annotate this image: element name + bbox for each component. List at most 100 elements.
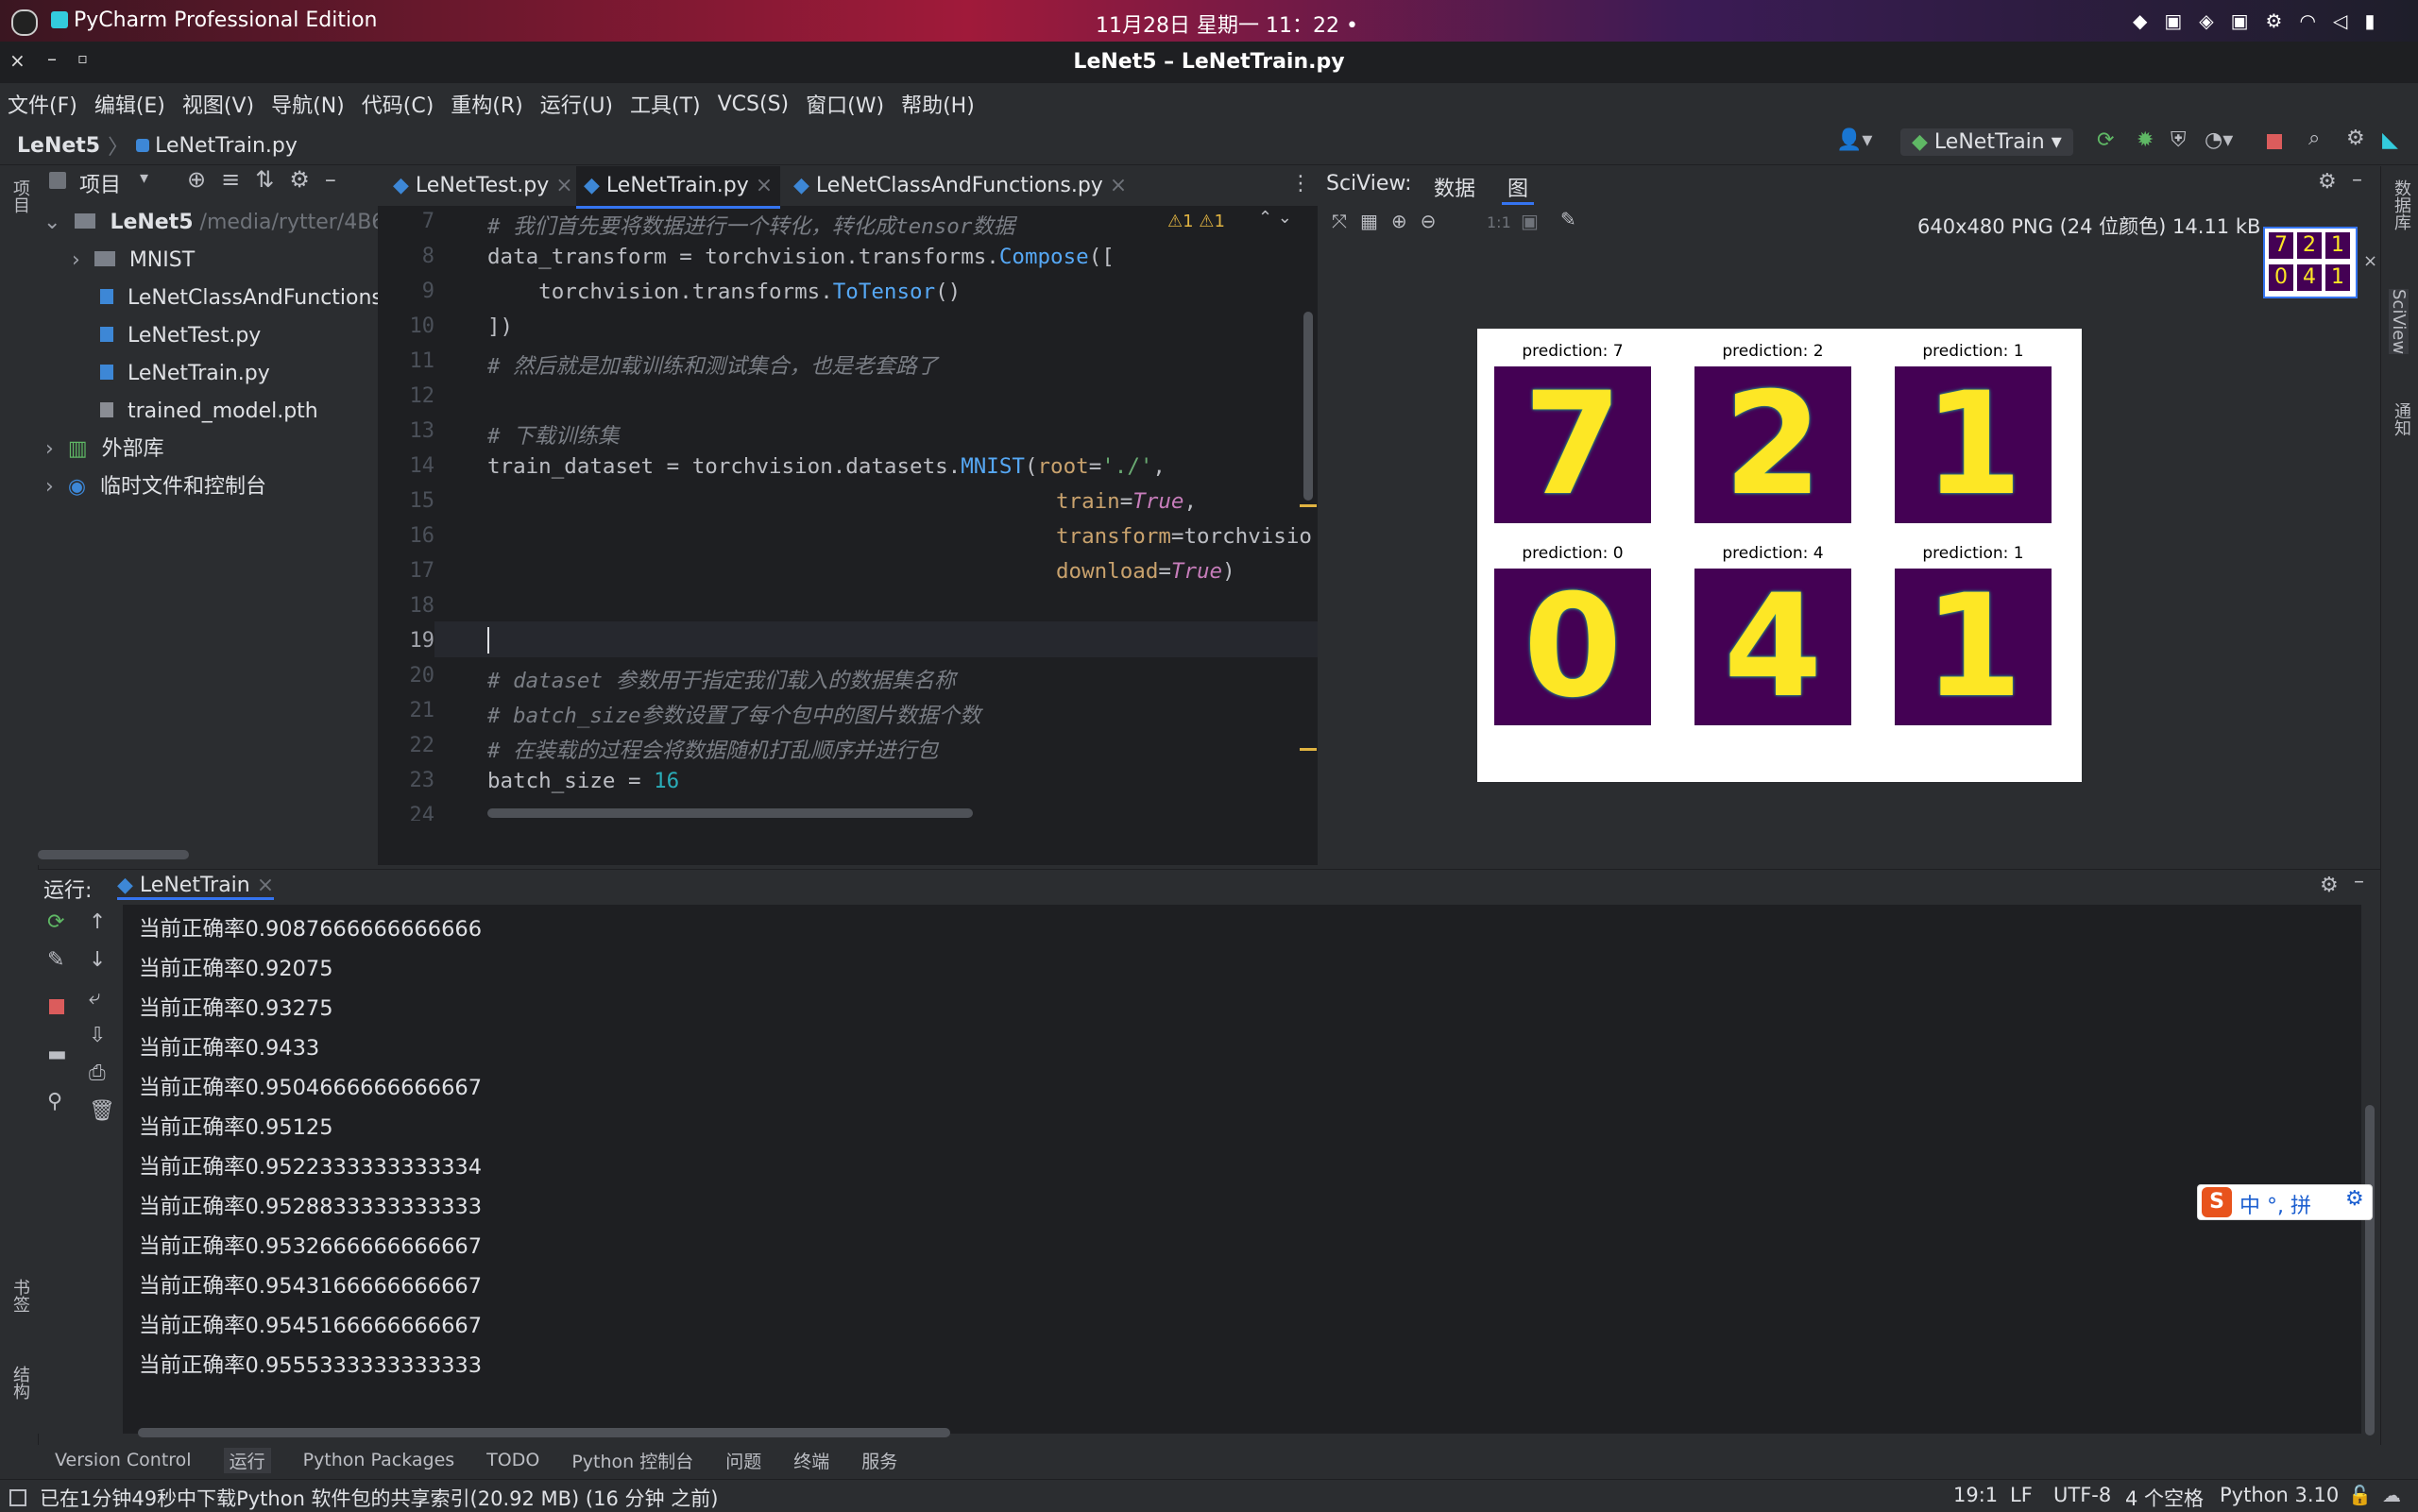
python-console-tab[interactable]: Python 控制台 <box>571 1448 693 1473</box>
arrow-down-icon[interactable]: ↓ <box>89 948 106 972</box>
python-interpreter[interactable]: Python 3.10 <box>2220 1484 2339 1506</box>
scroll-to-end-icon[interactable]: ⇩ <box>89 1024 106 1047</box>
fit-icon[interactable]: ▣ <box>1521 210 1539 232</box>
horizontal-scrollbar[interactable] <box>38 850 189 859</box>
activities-icon[interactable] <box>11 9 38 36</box>
close-thumbnail-icon[interactable]: × <box>2363 251 2377 271</box>
tree-root[interactable]: ⌄ LeNet5 /media/rytter/4B668 <box>43 204 411 242</box>
tree-item-file[interactable]: LeNetClassAndFunctions.py <box>100 280 415 317</box>
soft-wrap-icon[interactable]: ⤶ <box>89 986 100 1010</box>
settings-gear-icon[interactable]: ⚙ <box>2318 170 2337 194</box>
toggle-tool-windows-icon[interactable] <box>9 1489 26 1506</box>
settings-gear-icon[interactable]: ⚙ <box>2346 127 2365 150</box>
file-encoding[interactable]: UTF-8 <box>2053 1484 2111 1506</box>
plot-thumbnail[interactable]: 7 2 1 0 4 1 <box>2263 227 2358 298</box>
warning-marker[interactable] <box>1300 504 1317 507</box>
lock-icon[interactable]: 🔓 <box>2348 1484 2372 1506</box>
chevron-down-icon[interactable]: ▾ <box>140 168 148 188</box>
panel-actions-icons[interactable]: ⊕≡⇅⚙– <box>187 166 351 193</box>
menu-vcs[interactable]: VCS(S) <box>718 93 790 116</box>
menu-tools[interactable]: 工具(T) <box>630 89 701 119</box>
tree-item-file[interactable]: LeNetTest.py <box>100 317 261 355</box>
terminal-tab[interactable]: 终端 <box>793 1448 829 1473</box>
breadcrumb-file[interactable]: LeNetTrain.py <box>155 134 298 158</box>
more-tabs-icon[interactable]: ⋮ <box>1290 172 1311 195</box>
tab-lenettest[interactable]: ◆ LeNetTest.py × <box>393 166 573 206</box>
run-tool-tab[interactable]: 运行 <box>223 1447 271 1473</box>
todo-tab[interactable]: TODO <box>486 1450 539 1470</box>
menu-file[interactable]: 文件(F) <box>8 89 77 119</box>
tree-item-external-libs[interactable]: › ▥ 外部库 <box>45 431 164 468</box>
menu-refactor[interactable]: 重构(R) <box>451 89 522 119</box>
database-tool-button[interactable]: 数据库 <box>2389 179 2413 230</box>
print-icon[interactable]: ⎙ <box>89 1062 106 1085</box>
menu-view[interactable]: 视图(V) <box>182 89 254 119</box>
settings-gear-icon[interactable]: ⚙ <box>2320 874 2339 897</box>
tab-data[interactable]: 数据 <box>1434 172 1475 202</box>
sciview-tool-button[interactable]: SciView <box>2389 289 2409 355</box>
problems-tab[interactable]: 问题 <box>725 1448 761 1473</box>
tree-item-mnist[interactable]: › MNIST <box>72 242 195 280</box>
rerun-icon[interactable]: ⟳ <box>2097 128 2125 152</box>
indent-setting[interactable]: 4 个空格 <box>2125 1484 2204 1512</box>
close-icon[interactable]: × <box>257 874 274 897</box>
structure-tool-button[interactable]: 结构 <box>8 1366 32 1400</box>
close-icon[interactable]: × <box>1110 174 1127 197</box>
clock[interactable]: 11月28日 星期一 11：22 • <box>1096 8 1358 39</box>
color-picker-icon[interactable]: ✎ <box>1560 208 1576 230</box>
breadcrumb-project[interactable]: LeNet5 <box>17 134 100 158</box>
tree-item-scratches[interactable]: › ◉ 临时文件和控制台 <box>45 468 266 506</box>
navigate-warnings-icon[interactable]: ⌃ ⌄ <box>1258 208 1292 228</box>
layout-icon[interactable]: ▬ <box>47 1043 67 1066</box>
project-tool-button[interactable]: 项目 <box>8 179 32 213</box>
console-horizontal-scrollbar[interactable] <box>138 1428 950 1437</box>
run-config-selector[interactable]: ◆ LeNetTrain ▾ <box>1900 128 2073 156</box>
project-panel-title[interactable]: 项目 <box>79 168 121 198</box>
line-separator[interactable]: LF <box>2010 1484 2033 1506</box>
coverage-icon[interactable]: ⛨ <box>2171 128 2187 152</box>
services-tab[interactable]: 服务 <box>861 1448 897 1473</box>
menu-edit[interactable]: 编辑(E) <box>94 89 165 119</box>
jetbrains-icon[interactable]: ◣ <box>2382 128 2398 152</box>
minimize-icon[interactable]: – <box>2352 168 2362 192</box>
version-control-tab[interactable]: Version Control <box>55 1450 192 1470</box>
menu-help[interactable]: 帮助(H) <box>901 89 975 119</box>
image-toolbar[interactable]: ⤧▦⊕⊖ <box>1332 210 1449 232</box>
bookmarks-tool-button[interactable]: 书签 <box>8 1279 32 1313</box>
python-packages-tab[interactable]: Python Packages <box>303 1450 455 1470</box>
warning-marker[interactable] <box>1300 748 1317 751</box>
close-icon[interactable]: × <box>555 174 572 197</box>
tree-item-file[interactable]: trained_model.pth <box>100 393 318 431</box>
stop-icon[interactable] <box>2267 134 2282 149</box>
menu-code[interactable]: 代码(C) <box>362 89 434 119</box>
rerun-icon[interactable]: ⟳ <box>47 910 64 934</box>
ime-toolbar[interactable]: S 中 °, 拼 ⚙ <box>2197 1184 2373 1220</box>
app-title[interactable]: PyCharm Professional Edition <box>74 8 377 32</box>
search-icon[interactable]: ⌕ <box>2308 127 2320 150</box>
menu-run[interactable]: 运行(U) <box>540 89 613 119</box>
arrow-up-icon[interactable]: ↑ <box>89 910 106 934</box>
caret-position[interactable]: 19:1 <box>1953 1484 1998 1506</box>
menu-navigate[interactable]: 导航(N) <box>271 89 345 119</box>
minimize-icon[interactable]: – <box>2354 870 2364 893</box>
tab-plots[interactable]: 图 <box>1502 172 1535 205</box>
run-tab[interactable]: ◆ LeNetTrain × <box>117 874 275 900</box>
notifications-icon[interactable]: ☁ <box>2382 1484 2401 1506</box>
notifications-tool-button[interactable]: 通知 <box>2389 402 2413 436</box>
close-icon[interactable]: × <box>756 174 773 197</box>
tray-icons[interactable]: ◆▣◈▣⚙◠◁▮ <box>2133 9 2392 32</box>
actual-size-button[interactable]: 1:1 <box>1487 213 1511 231</box>
debug-icon[interactable]: ✹ <box>2137 128 2154 152</box>
editor-horizontal-scrollbar[interactable] <box>487 808 973 818</box>
warning-indicator[interactable]: ⚠1 ⚠1 <box>1167 212 1225 231</box>
settings-gear-icon[interactable]: ⚙ <box>2345 1187 2364 1211</box>
account-icon[interactable]: 👤▾ <box>1836 128 1872 152</box>
tab-lenettrain[interactable]: ◆ LeNetTrain.py × <box>576 166 781 209</box>
status-message[interactable]: 已在1分钟49秒中下载Python 软件包的共享索引(20.92 MB) (16… <box>40 1484 718 1512</box>
tree-item-file[interactable]: LeNetTrain.py <box>100 355 270 393</box>
editor-vertical-scrollbar[interactable] <box>1303 312 1313 501</box>
tab-lenetclassandfunctions[interactable]: ◆ LeNetClassAndFunctions.py × <box>793 166 1127 206</box>
wrench-icon[interactable]: ✎ <box>47 948 64 972</box>
stop-icon[interactable] <box>49 999 64 1014</box>
menu-window[interactable]: 窗口(W) <box>806 89 884 119</box>
